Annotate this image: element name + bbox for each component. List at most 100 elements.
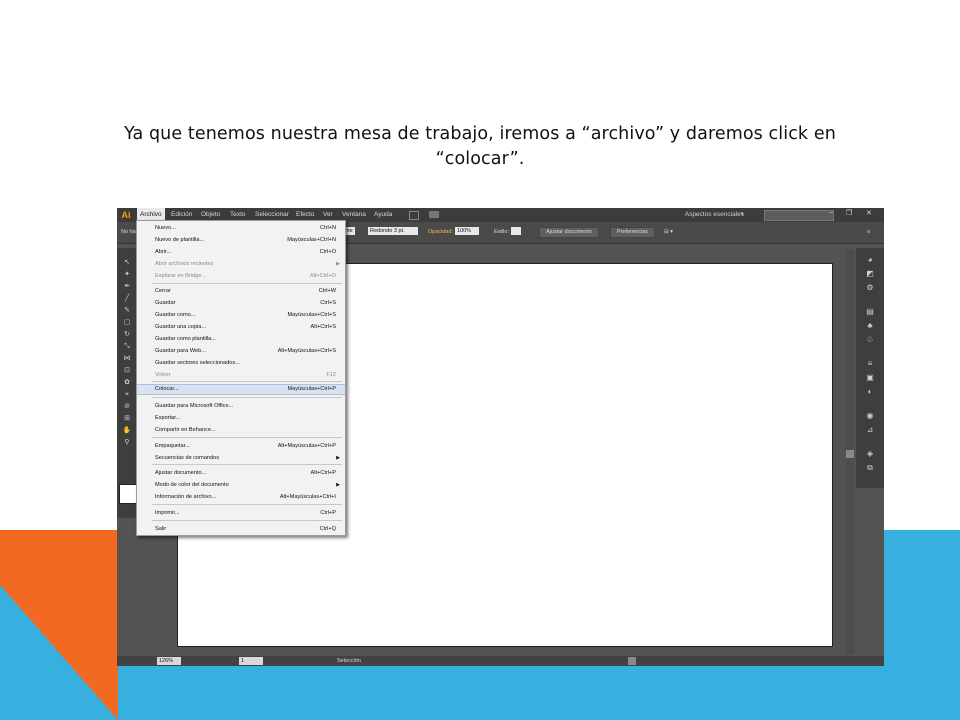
direct-selection-tool-icon[interactable]: ✦: [121, 270, 133, 280]
graphic-styles-icon[interactable]: ♧: [864, 334, 876, 345]
file-menu-item-label: Guardar como plantilla...: [155, 336, 216, 342]
line-tool-icon[interactable]: ╱: [121, 294, 133, 304]
file-menu-item-label: Nuevo...: [155, 225, 176, 231]
panel-menu-icon[interactable]: ≡: [867, 229, 870, 235]
menu-separator: [152, 381, 342, 382]
file-menu-item[interactable]: Guardar una copia... Alt+Ctrl+S: [137, 322, 345, 332]
layers-icon[interactable]: ◈: [864, 448, 876, 459]
file-menu-item-shortcut: Alt+Mayúsculas+Ctrl+S: [277, 348, 336, 354]
status-selection-label[interactable]: Selección: [337, 658, 361, 664]
file-menu-item[interactable]: Cerrar Ctrl+W: [137, 286, 345, 296]
workspace-switcher[interactable]: Aspectos esenciales: [685, 211, 744, 218]
style-swatch[interactable]: [511, 227, 521, 235]
opacity-label[interactable]: Opacidad:: [428, 229, 453, 235]
vertical-scrollbar[interactable]: [846, 250, 854, 654]
artboards-panel-icon[interactable]: ⧉: [864, 462, 876, 473]
fill-stroke-swatch[interactable]: [119, 484, 137, 504]
search-input[interactable]: [764, 210, 834, 221]
file-menu-item-shortcut: Ctrl+Q: [319, 526, 336, 532]
stroke-panel-icon[interactable]: ≡: [864, 358, 876, 369]
file-menu-item-label: Exportar...: [155, 415, 181, 421]
caption-line-1: Ya que tenemos nuestra mesa de trabajo, …: [124, 124, 836, 144]
file-menu-item[interactable]: Nuevo de plantilla... Mayúsculas+Ctrl+N: [137, 235, 345, 245]
brush-select[interactable]: Redondo 3 pt.: [368, 227, 418, 235]
file-menu-item[interactable]: Compartir en Behance...: [137, 425, 345, 435]
color-panel-icon[interactable]: ◕: [864, 254, 876, 265]
artboard-tool-icon[interactable]: ⊞: [121, 414, 133, 424]
file-menu-item[interactable]: Guardar para Web... Alt+Mayúsculas+Ctrl+S: [137, 346, 345, 356]
transparency-icon[interactable]: ◐: [864, 386, 876, 397]
file-menu-item[interactable]: Modo de color del documento ▶: [137, 480, 345, 490]
minimize-icon[interactable]: –: [829, 209, 833, 216]
preferencias-button[interactable]: Preferencias: [610, 227, 655, 238]
file-menu-item-label: Colocar...: [155, 386, 179, 392]
image-trace-icon[interactable]: ⊿: [864, 424, 876, 435]
arrange-documents-icon[interactable]: [429, 211, 439, 218]
scrollbar-thumb[interactable]: [846, 450, 854, 458]
color-guide-icon[interactable]: ◩: [864, 268, 876, 279]
symbol-tool-icon[interactable]: ✿: [121, 378, 133, 388]
shape-tool-icon[interactable]: ▢: [121, 318, 133, 328]
file-menu-item-label: Guardar para Microsoft Office...: [155, 403, 234, 409]
menu-ventana[interactable]: Ventana: [342, 211, 366, 218]
tools-panel: ↖ ✦ ✒ ╱ ✎ ▢ ↻ ⤡ ⋈ ⊡ ✿ ⌖ ⊘ ⊞ ✋ ⚲: [117, 248, 137, 518]
pen-tool-icon[interactable]: ✒: [121, 282, 133, 292]
file-menu-item[interactable]: Empaquetar... Alt+Mayúsculas+Ctrl+P: [137, 441, 345, 451]
brush-tool-icon[interactable]: ✎: [121, 306, 133, 316]
file-menu-item[interactable]: Guardar sectores seleccionados...: [137, 358, 345, 368]
align-icon[interactable]: ⊟ ▾: [664, 229, 673, 235]
menu-seleccionar[interactable]: Seleccionar: [255, 211, 289, 218]
file-menu-item-label: Guardar para Web...: [155, 348, 206, 354]
rotate-tool-icon[interactable]: ↻: [121, 330, 133, 340]
gradient-icon[interactable]: ▣: [864, 372, 876, 383]
file-menu-item[interactable]: Salir Ctrl+Q: [137, 524, 345, 534]
close-icon[interactable]: ✕: [866, 209, 872, 217]
zoom-select[interactable]: 126%: [157, 657, 181, 665]
file-menu-item-label: Abrir archivos recientes: [155, 261, 214, 267]
menu-ver[interactable]: Ver: [323, 211, 333, 218]
horizontal-scroll-thumb[interactable]: [628, 657, 636, 665]
file-menu-item[interactable]: Abrir archivos recientes ▶: [137, 259, 345, 269]
file-menu-item[interactable]: Nuevo... Ctrl+N: [137, 223, 345, 233]
file-menu-item[interactable]: Guardar como plantilla...: [137, 334, 345, 344]
restore-icon[interactable]: ❐: [846, 209, 852, 217]
file-menu-item[interactable]: Imprimir... Ctrl+P: [137, 508, 345, 518]
submenu-arrow-icon: ▶: [336, 261, 340, 267]
menu-edicion[interactable]: Edición: [171, 211, 192, 218]
file-menu-item[interactable]: Guardar como... Mayúsculas+Ctrl+S: [137, 310, 345, 320]
menu-ayuda[interactable]: Ayuda: [374, 211, 392, 218]
file-menu-item[interactable]: Volver F12: [137, 370, 345, 380]
ajustar-documento-button[interactable]: Ajustar documento: [539, 227, 599, 238]
file-menu-item[interactable]: Guardar para Microsoft Office...: [137, 401, 345, 411]
file-menu-item[interactable]: Exportar...: [137, 413, 345, 423]
swatches-icon[interactable]: ⚙: [864, 282, 876, 293]
width-tool-icon[interactable]: ⋈: [121, 354, 133, 364]
eyedropper-tool-icon[interactable]: ⌖: [121, 390, 133, 400]
file-menu-item[interactable]: Abrir... Ctrl+O: [137, 247, 345, 257]
file-menu-item[interactable]: Explorar en Bridge... Alt+Ctrl+O: [137, 271, 345, 281]
file-menu-item-label: Nuevo de plantilla...: [155, 237, 205, 243]
menu-texto[interactable]: Texto: [230, 211, 246, 218]
menu-efecto[interactable]: Efecto: [296, 211, 314, 218]
symbols-icon[interactable]: ♣: [864, 320, 876, 331]
file-menu-item[interactable]: Guardar Ctrl+S: [137, 298, 345, 308]
file-menu-item[interactable]: Colocar... Mayúsculas+Ctrl+P: [137, 384, 345, 395]
slice-tool-icon[interactable]: ⊘: [121, 402, 133, 412]
selection-tool-icon[interactable]: ↖: [121, 258, 133, 268]
appearance-icon[interactable]: ◉: [864, 410, 876, 421]
free-transform-tool-icon[interactable]: ⊡: [121, 366, 133, 376]
menu-objeto[interactable]: Objeto: [201, 211, 220, 218]
file-menu-item[interactable]: Ajustar documento... Alt+Ctrl+P: [137, 468, 345, 478]
bridge-icon[interactable]: [409, 211, 419, 220]
file-menu-item-label: Volver: [155, 372, 171, 378]
hand-tool-icon[interactable]: ✋: [121, 426, 133, 436]
zoom-tool-icon[interactable]: ⚲: [121, 438, 133, 448]
brushes-icon[interactable]: ▤: [864, 306, 876, 317]
file-menu-item[interactable]: Información de archivo... Alt+Mayúsculas+…: [137, 492, 345, 502]
chevron-down-icon[interactable]: ▾: [741, 211, 744, 217]
file-menu-item-shortcut: Alt+Mayúsculas+Ctrl+I: [279, 494, 336, 500]
file-menu-item[interactable]: Secuencias de comandos ▶: [137, 453, 345, 463]
scale-tool-icon[interactable]: ⤡: [121, 342, 133, 352]
page-select[interactable]: 1: [239, 657, 263, 665]
opacity-input[interactable]: 100%: [455, 227, 479, 235]
